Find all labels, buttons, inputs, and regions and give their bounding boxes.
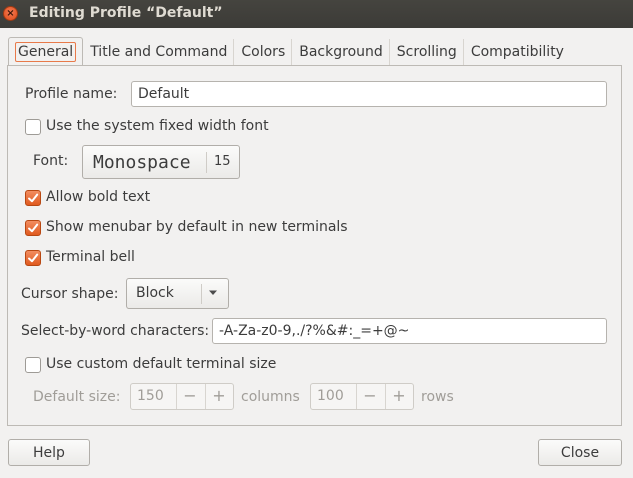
close-button[interactable]: Close (538, 439, 622, 466)
checkmark-icon (28, 253, 39, 263)
cursor-shape-label: Cursor shape: (21, 286, 119, 302)
checkmark-icon (28, 193, 39, 203)
rows-value: 100 (317, 388, 344, 404)
tab-label: Title and Command (90, 44, 228, 60)
tab-label: Colors (241, 44, 286, 60)
separator (385, 384, 386, 409)
show-menubar-checkbox[interactable] (25, 220, 41, 236)
separator (206, 152, 207, 173)
tab-scrolling[interactable]: Scrolling (390, 39, 464, 66)
default-size-label: Default size: (33, 389, 121, 405)
columns-value: 150 (137, 388, 164, 404)
cursor-shape-dropdown[interactable]: Block (126, 278, 229, 309)
word-chars-field[interactable]: -A-Za-z0-9,./?%&#:_=+@~ (212, 318, 607, 344)
terminal-bell-checkbox[interactable] (25, 250, 41, 266)
system-font-label: Use the system fixed width font (46, 118, 269, 134)
profile-name-label: Profile name: (25, 86, 118, 102)
custom-size-label: Use custom default terminal size (46, 356, 277, 372)
font-chooser-button[interactable]: Monospace 15 (82, 145, 240, 179)
font-label: Font: (33, 153, 69, 169)
font-name: Monospace (93, 152, 191, 173)
font-size: 15 (214, 154, 231, 169)
word-chars-label: Select-by-word characters: (21, 323, 210, 339)
tab-label: Compatibility (470, 44, 564, 60)
separator (201, 284, 202, 304)
separator (176, 384, 177, 409)
show-menubar-label: Show menubar by default in new terminals (46, 219, 348, 235)
system-font-checkbox[interactable] (25, 119, 41, 135)
cursor-shape-value: Block (136, 285, 174, 301)
columns-increment-button[interactable]: + (208, 387, 230, 405)
tab-compatibility[interactable]: Compatibility (464, 39, 570, 66)
help-button[interactable]: Help (8, 439, 90, 466)
chevron-down-icon (209, 290, 217, 295)
tab-background[interactable]: Background (293, 39, 390, 66)
tab-label: General (15, 42, 77, 62)
tab-title-and-command[interactable]: Title and Command (84, 39, 235, 66)
rows-spinbutton[interactable]: 100 − + (310, 383, 414, 410)
tab-colors[interactable]: Colors (235, 39, 293, 66)
allow-bold-label: Allow bold text (46, 189, 151, 205)
terminal-bell-label: Terminal bell (46, 249, 135, 265)
columns-spinbutton[interactable]: 150 − + (130, 383, 234, 410)
allow-bold-checkbox[interactable] (25, 190, 41, 206)
profile-name-field[interactable]: Default (131, 81, 607, 107)
general-panel: Profile name: Default Use the system fix… (7, 65, 622, 426)
close-icon[interactable]: × (3, 6, 18, 21)
tab-general[interactable]: General (8, 37, 84, 66)
custom-size-checkbox[interactable] (25, 357, 41, 373)
title-bar: × Editing Profile “Default” (0, 0, 633, 28)
tab-bar: General Title and Command Colors Backgro… (8, 37, 571, 66)
columns-decrement-button[interactable]: − (179, 387, 201, 405)
rows-label: rows (421, 389, 454, 405)
separator (356, 384, 357, 409)
rows-increment-button[interactable]: + (388, 387, 410, 405)
checkmark-icon (28, 223, 39, 233)
separator (205, 384, 206, 409)
rows-decrement-button[interactable]: − (359, 387, 381, 405)
window-title: Editing Profile “Default” (29, 5, 223, 21)
tab-label: Background (299, 44, 383, 60)
columns-label: columns (241, 389, 300, 405)
tab-label: Scrolling (396, 44, 457, 60)
